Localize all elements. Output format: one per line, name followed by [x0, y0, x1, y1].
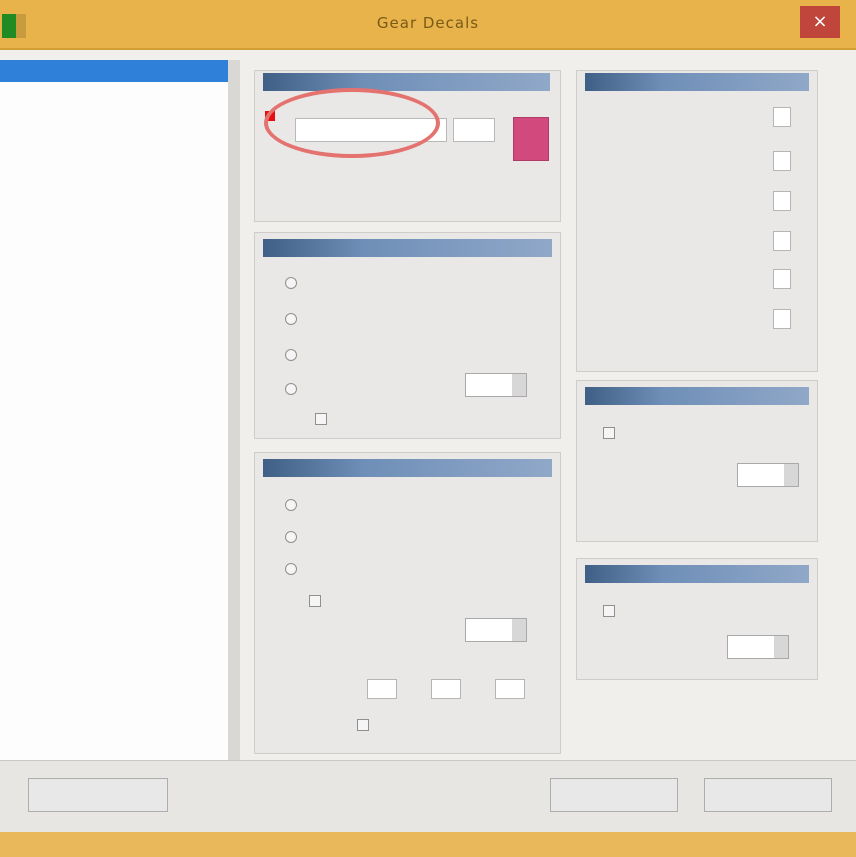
right-middle-panel	[576, 380, 818, 542]
left-list-item[interactable]	[4, 138, 158, 152]
right-bottom-panel	[576, 558, 818, 680]
left-list-item[interactable]	[4, 104, 158, 118]
lower-option-radio[interactable]	[285, 499, 297, 511]
title-bar: Gear Decals ×	[0, 0, 856, 50]
right-middle-spinbox[interactable]	[737, 463, 799, 487]
right-top-value[interactable]	[773, 151, 791, 171]
right-top-value[interactable]	[773, 107, 791, 127]
right-top-panel	[576, 70, 818, 372]
right-top-value[interactable]	[773, 269, 791, 289]
mapping-option-radio[interactable]	[285, 313, 297, 325]
spin-up-icon[interactable]	[512, 374, 526, 385]
lower-value-box[interactable]	[431, 679, 461, 699]
right-bottom-panel-header	[585, 565, 809, 583]
left-list-item[interactable]	[4, 512, 158, 526]
left-list-selected-item[interactable]	[0, 60, 228, 82]
lower-bottom-checkbox[interactable]	[357, 719, 369, 731]
right-top-panel-header	[585, 73, 809, 91]
spin-down-icon[interactable]	[512, 630, 526, 641]
decal-panel-header	[263, 73, 550, 91]
right-bottom-spinbox[interactable]	[727, 635, 789, 659]
lower-value-box[interactable]	[495, 679, 525, 699]
left-button[interactable]	[28, 778, 168, 812]
lower-option-radio[interactable]	[285, 531, 297, 543]
close-button[interactable]: ×	[800, 6, 840, 38]
pane-splitter[interactable]	[228, 60, 240, 760]
color-swatch[interactable]	[513, 117, 549, 161]
lower-option-radio[interactable]	[285, 563, 297, 575]
left-list-item[interactable]	[4, 206, 158, 220]
left-list-item[interactable]	[4, 172, 158, 186]
mapping-option-radio[interactable]	[285, 277, 297, 289]
spin-down-icon[interactable]	[512, 385, 526, 396]
lower-checkbox[interactable]	[309, 595, 321, 607]
left-list-item[interactable]	[4, 342, 158, 356]
decal-value-input[interactable]	[453, 118, 495, 142]
spin-down-icon[interactable]	[774, 647, 788, 658]
lower-panel	[254, 452, 561, 754]
center-button[interactable]	[550, 778, 678, 812]
spin-up-icon[interactable]	[512, 619, 526, 630]
left-list-item[interactable]	[4, 444, 158, 458]
left-list-item[interactable]	[4, 546, 158, 560]
mapping-panel	[254, 232, 561, 439]
lower-panel-header	[263, 459, 552, 477]
spin-up-icon[interactable]	[784, 464, 798, 475]
left-list-item[interactable]	[4, 274, 158, 288]
window-title: Gear Decals	[376, 14, 480, 32]
right-button[interactable]	[704, 778, 832, 812]
right-top-value[interactable]	[773, 191, 791, 211]
right-top-value[interactable]	[773, 309, 791, 329]
right-middle-checkbox[interactable]	[603, 427, 615, 439]
annotation-ellipse	[264, 88, 440, 158]
right-middle-panel-header	[585, 387, 809, 405]
bottom-border	[0, 832, 856, 857]
left-list-item[interactable]	[4, 240, 158, 254]
right-bottom-checkbox[interactable]	[603, 605, 615, 617]
spin-down-icon[interactable]	[784, 475, 798, 486]
left-list-item[interactable]	[4, 478, 158, 492]
mapping-option-radio[interactable]	[285, 383, 297, 395]
spin-up-icon[interactable]	[774, 636, 788, 647]
left-list-item[interactable]	[4, 308, 158, 322]
lower-value-box[interactable]	[367, 679, 397, 699]
mapping-option-radio[interactable]	[285, 349, 297, 361]
left-list-item[interactable]	[4, 410, 158, 424]
right-top-value[interactable]	[773, 231, 791, 251]
left-list-item[interactable]	[4, 376, 158, 390]
mapping-checkbox[interactable]	[315, 413, 327, 425]
lower-spinbox[interactable]	[465, 618, 527, 642]
mapping-panel-header	[263, 239, 552, 257]
mapping-spinbox[interactable]	[465, 373, 527, 397]
left-list-item[interactable]	[4, 580, 158, 594]
